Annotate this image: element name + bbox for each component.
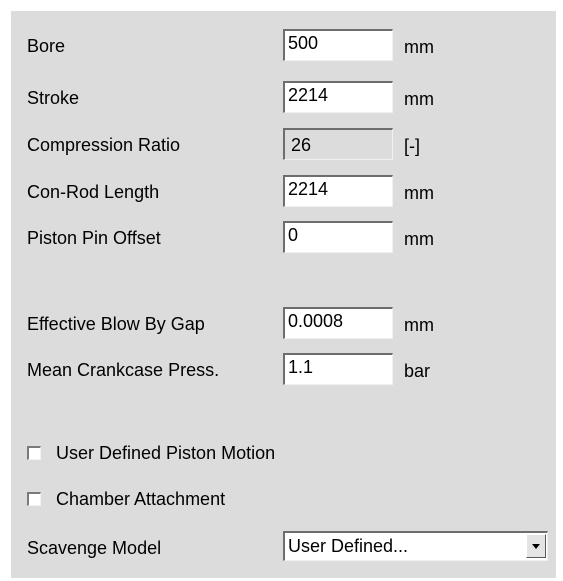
user-defined-piston-motion-checkbox[interactable] (27, 446, 41, 460)
user-defined-piston-motion-row[interactable]: User Defined Piston Motion (11, 438, 556, 468)
con-rod-length-label: Con-Rod Length (27, 182, 160, 202)
blow-by-gap-row: Effective Blow By Gap 0.0008 mm (11, 307, 556, 343)
chamber-attachment-label[interactable]: Chamber Attachment (56, 489, 225, 510)
crankcase-press-row: Mean Crankcase Press. 1.1 bar (11, 353, 556, 389)
stroke-unit: mm (404, 89, 434, 109)
scavenge-model-value[interactable]: User Defined... (288, 536, 408, 557)
crankcase-press-unit: bar (404, 361, 431, 381)
con-rod-length-unit: mm (404, 183, 434, 203)
scavenge-dropdown-button[interactable] (526, 534, 546, 558)
scavenge-model-row: Scavenge Model User Defined... (11, 531, 556, 567)
crankcase-press-label: Mean Crankcase Press. (27, 360, 220, 380)
bore-unit: mm (404, 37, 434, 57)
compression-ratio-display: 26 (283, 128, 393, 160)
blow-by-gap-unit: mm (404, 315, 434, 335)
compression-ratio-row: Compression Ratio 26 [-] (11, 128, 556, 164)
scavenge-model-select[interactable]: User Defined... (283, 531, 548, 561)
user-defined-piston-motion-label[interactable]: User Defined Piston Motion (56, 443, 275, 464)
chamber-attachment-row[interactable]: Chamber Attachment (11, 484, 556, 514)
compression-ratio-unit: [-] (404, 136, 420, 156)
piston-pin-offset-input[interactable]: 0 (283, 221, 393, 253)
bore-row: Bore 500 mm (11, 29, 556, 65)
stroke-row: Stroke 2214 mm (11, 81, 556, 117)
scavenge-model-label: Scavenge Model (27, 538, 162, 558)
chamber-attachment-checkbox[interactable] (27, 492, 41, 506)
con-rod-length-row: Con-Rod Length 2214 mm (11, 175, 556, 211)
piston-pin-offset-unit: mm (404, 229, 434, 249)
engine-geometry-panel: Bore 500 mm Stroke 2214 mm Compression R… (11, 11, 556, 578)
chevron-down-icon (532, 544, 540, 549)
piston-pin-offset-label: Piston Pin Offset (27, 228, 161, 248)
blow-by-gap-label: Effective Blow By Gap (27, 314, 205, 334)
blow-by-gap-input[interactable]: 0.0008 (283, 307, 393, 339)
compression-ratio-label: Compression Ratio (27, 135, 181, 155)
con-rod-length-input[interactable]: 2214 (283, 175, 393, 207)
bore-input[interactable]: 500 (283, 29, 393, 61)
bore-label: Bore (27, 36, 66, 56)
stroke-label: Stroke (27, 88, 80, 108)
crankcase-press-input[interactable]: 1.1 (283, 353, 393, 385)
piston-pin-offset-row: Piston Pin Offset 0 mm (11, 221, 556, 257)
stroke-input[interactable]: 2214 (283, 81, 393, 113)
